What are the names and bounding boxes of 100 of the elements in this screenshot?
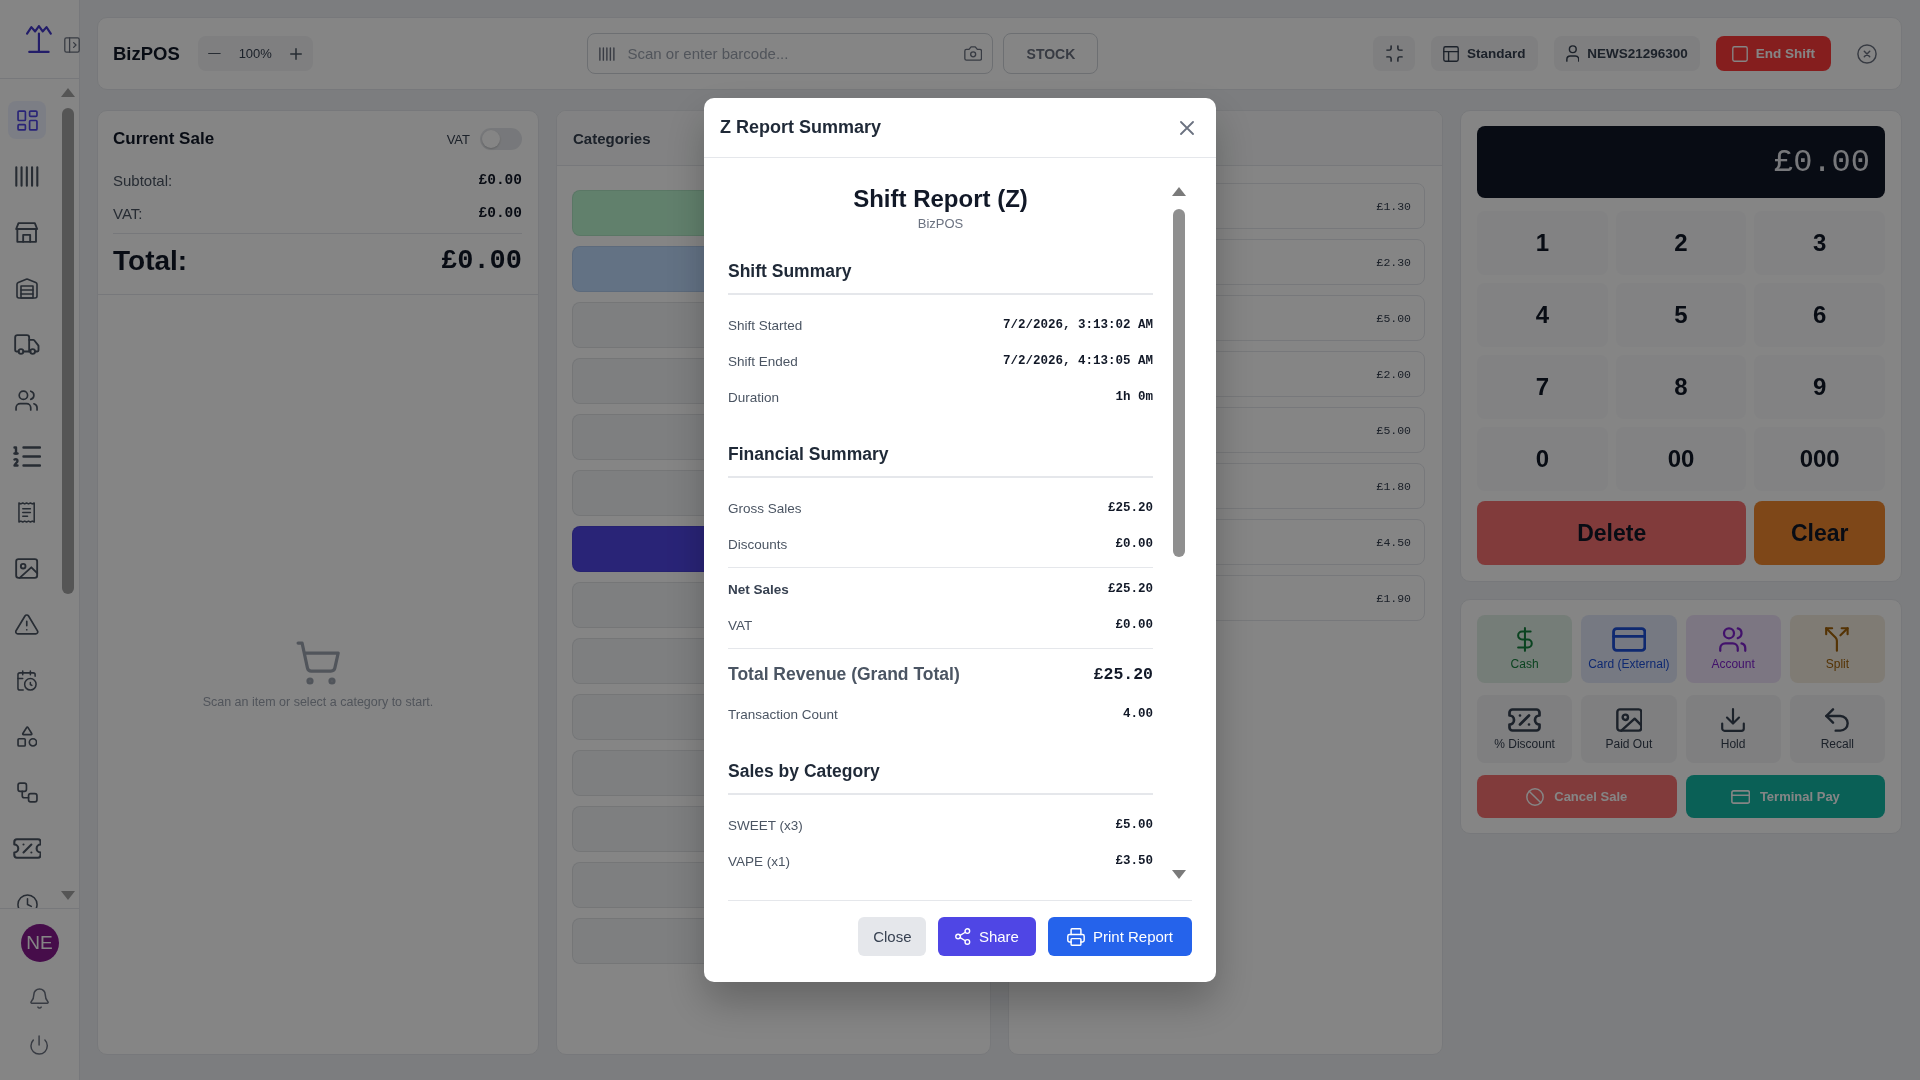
users-icon	[15, 389, 39, 411]
layout-icon	[1443, 45, 1460, 62]
summary-label: Subtotal:	[113, 171, 173, 189]
picture-icon	[1615, 707, 1643, 732]
share-icon	[955, 928, 971, 945]
user-avatar[interactable]: NE	[20, 924, 59, 962]
product-price: £1.90	[1376, 591, 1411, 605]
payment-method-button[interactable]: Card (External)	[1581, 615, 1677, 683]
dialog-title: Z Report Summary	[720, 117, 882, 138]
ticket-icon	[1508, 707, 1542, 732]
barcode-icon	[599, 46, 616, 61]
vat-toggle[interactable]	[480, 128, 522, 150]
clock-icon	[16, 893, 38, 908]
product-price: £4.50	[1376, 535, 1411, 549]
report-label: Shift Ended	[728, 353, 798, 369]
section-heading: Financial Summary	[728, 444, 889, 464]
report-value: £3.50	[1115, 854, 1153, 868]
bell-icon[interactable]	[29, 988, 50, 1009]
zoom-level: 100%	[238, 46, 272, 61]
cart-icon	[296, 640, 340, 685]
report-label: Net Sales	[728, 581, 789, 597]
action-button[interactable]: % Discount	[1477, 695, 1573, 763]
list-icon	[12, 445, 42, 467]
layout-button[interactable]: Standard	[1431, 36, 1538, 71]
report-value: £5.00	[1115, 818, 1153, 832]
report-title: Shift Report (Z)	[853, 185, 1028, 213]
report-label: SWEET (x3)	[728, 817, 803, 833]
minimize-button[interactable]	[1373, 36, 1416, 71]
share-button[interactable]: Share	[938, 917, 1036, 956]
warehouse-icon	[16, 277, 38, 299]
picture-icon	[15, 557, 39, 579]
receipt-icon	[18, 501, 36, 523]
print-button[interactable]: Print Report	[1047, 917, 1192, 956]
workflow-icon	[16, 781, 38, 803]
report-value: £0.00	[1115, 618, 1153, 632]
product-price: £5.00	[1376, 423, 1411, 437]
clear-button[interactable]: Clear	[1754, 501, 1885, 565]
panel-title: Current Sale	[113, 129, 215, 149]
shapes-icon	[16, 725, 38, 747]
product-price: £1.30	[1376, 199, 1411, 213]
product-price: £2.00	[1376, 367, 1411, 381]
payment-method-button[interactable]: Account	[1685, 615, 1781, 683]
report-label: Transaction Count	[728, 706, 838, 722]
minus-icon[interactable]	[207, 52, 221, 55]
camera-icon[interactable]	[964, 46, 983, 61]
total-label: Total:	[113, 245, 188, 277]
report-label: Total Revenue (Grand Total)	[728, 663, 960, 685]
report-subtitle: BizPOS	[917, 216, 964, 232]
amount-display: £0.00	[1477, 126, 1885, 198]
delete-button[interactable]: Delete	[1477, 501, 1747, 565]
product-price: £5.00	[1376, 311, 1411, 325]
calendar-clock-icon	[16, 669, 37, 691]
barcode-icon	[15, 165, 39, 187]
report-label: Duration	[728, 389, 780, 405]
report-value: 4.00	[1123, 707, 1153, 721]
close-icon[interactable]	[1180, 120, 1194, 135]
grid-icon	[16, 109, 38, 131]
undo-icon	[1825, 707, 1850, 732]
action-button[interactable]: Paid Out	[1581, 695, 1677, 763]
summary-label: VAT:	[113, 204, 143, 222]
action-button[interactable]: Hold	[1685, 695, 1781, 763]
report-label: Gross Sales	[728, 500, 802, 516]
report-label: Discounts	[728, 536, 788, 552]
end-shift-button[interactable]: End Shift	[1715, 36, 1831, 71]
card-icon	[1730, 789, 1750, 804]
report-label: Shift Started	[728, 317, 803, 333]
warning-icon	[15, 613, 39, 635]
scrollbar[interactable]	[61, 88, 75, 900]
user-button[interactable]: NEWS21296300	[1553, 36, 1700, 71]
stock-button[interactable]: STOCK	[1003, 33, 1099, 74]
app-logo	[26, 25, 52, 53]
section-heading: Shift Summary	[728, 261, 852, 281]
user-icon	[1565, 45, 1580, 62]
payment-method-button[interactable]: Cash	[1477, 615, 1573, 683]
scrollbar[interactable]	[1172, 187, 1186, 879]
vat-label: VAT	[446, 131, 470, 147]
truck-icon	[14, 333, 40, 355]
report-label: VAPE (x1)	[728, 853, 790, 869]
report-value: £25.20	[1108, 582, 1153, 596]
action-button[interactable]: Recall	[1789, 695, 1885, 763]
panel-toggle-icon[interactable]	[63, 37, 80, 53]
report-value: £0.00	[1115, 537, 1153, 551]
section-heading: Sales by Category	[728, 761, 880, 781]
close-button[interactable]: Close	[858, 917, 927, 956]
download-icon	[1721, 707, 1746, 732]
printer-icon	[1066, 927, 1085, 946]
product-price: £1.80	[1376, 479, 1411, 493]
close-icon[interactable]	[1857, 43, 1877, 64]
summary-value: £0.00	[478, 172, 522, 188]
payment-method-button[interactable]: Split	[1789, 615, 1885, 683]
report-label: VAT	[728, 617, 753, 633]
plus-icon[interactable]	[289, 47, 302, 60]
total-value: £0.00	[441, 246, 522, 276]
sidebar-nav-item[interactable]	[8, 101, 46, 139]
report-value: £25.20	[1093, 664, 1153, 684]
ticket-icon	[12, 837, 42, 859]
panel-title: Categories	[573, 129, 651, 147]
power-icon[interactable]	[30, 1035, 49, 1055]
ban-icon	[1526, 787, 1545, 806]
summary-value: £0.00	[478, 205, 522, 221]
